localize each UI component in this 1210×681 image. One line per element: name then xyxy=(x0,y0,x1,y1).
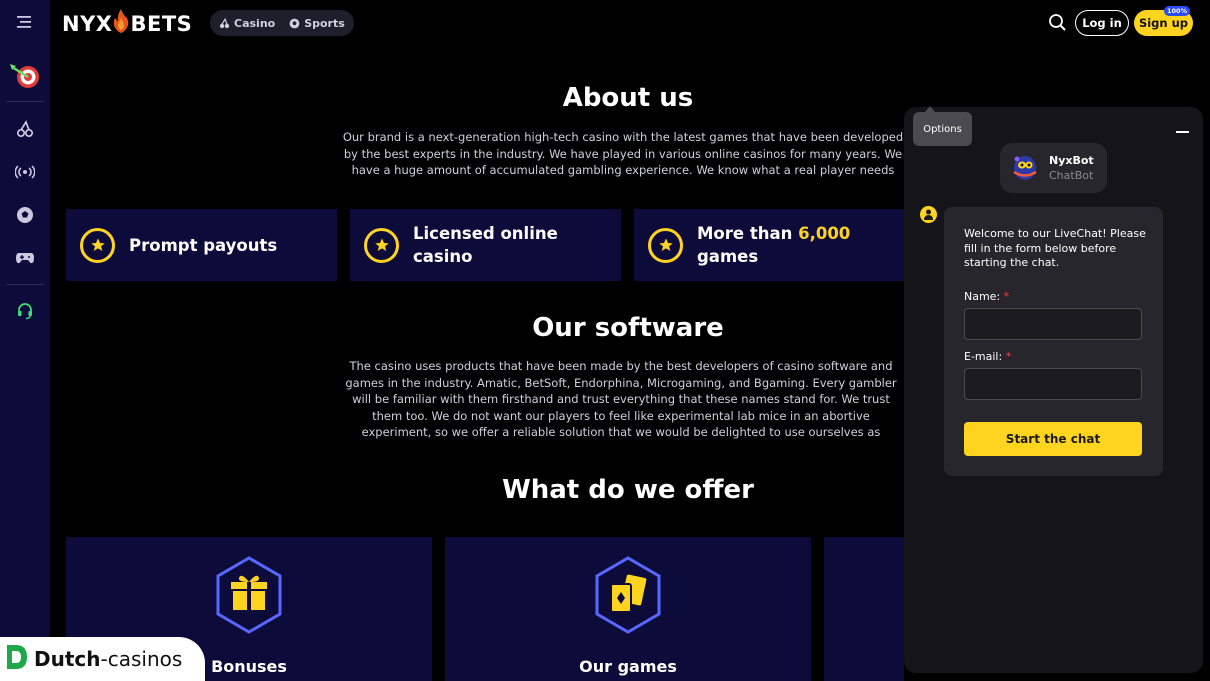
bot-role: ChatBot xyxy=(1049,169,1094,182)
feature-card: Licensed online casino xyxy=(350,209,621,281)
sports-ball-icon[interactable] xyxy=(0,205,50,225)
watermark-bold: Dutch xyxy=(34,647,101,671)
playing-cards-icon xyxy=(594,556,662,638)
options-tooltip[interactable]: Options xyxy=(913,112,972,146)
ball-icon xyxy=(289,18,300,28)
sidebar-divider xyxy=(6,284,44,285)
watermark-logo: Dutch-casinos xyxy=(0,637,205,681)
prechat-form: Welcome to our LiveChat! Please fill in … xyxy=(944,207,1163,476)
support-headset-icon[interactable] xyxy=(0,301,50,321)
bot-avatar xyxy=(1010,154,1040,186)
sidebar xyxy=(0,0,50,681)
email-label-text: E-mail: xyxy=(964,350,1003,363)
mode-sports-label: Sports xyxy=(304,16,345,30)
offer-card-third[interactable] xyxy=(824,537,904,681)
signup-bonus-badge: 100% xyxy=(1164,6,1191,16)
mode-casino[interactable]: Casino xyxy=(219,17,275,30)
feature-label: Licensed online casino xyxy=(413,224,558,266)
logo-text-right: BETS xyxy=(130,11,193,36)
menu-icon[interactable] xyxy=(0,11,50,33)
name-field[interactable] xyxy=(964,308,1142,340)
about-text: Our brand is a next-generation high-tech… xyxy=(342,130,904,177)
agent-avatar-icon xyxy=(920,206,937,223)
cherry-icon xyxy=(219,17,230,28)
start-chat-button[interactable]: Start the chat xyxy=(964,422,1142,456)
bot-card: NyxBot ChatBot xyxy=(1000,143,1107,193)
feature-card: Prompt payouts xyxy=(66,209,337,281)
required-mark: * xyxy=(1005,350,1012,363)
casino-cherry-icon[interactable] xyxy=(0,119,50,139)
star-icon xyxy=(80,227,115,263)
star-icon xyxy=(364,227,399,263)
feature-highlight: 6,000 xyxy=(798,224,851,243)
login-button[interactable]: Log in xyxy=(1075,10,1129,36)
name-label-text: Name: xyxy=(964,290,1001,303)
mode-switch: Casino Sports xyxy=(210,10,354,36)
promo-target-icon[interactable] xyxy=(0,60,50,92)
feature-label-2: games xyxy=(697,247,759,266)
live-broadcast-icon[interactable] xyxy=(0,162,50,182)
dutch-casinos-logo-icon xyxy=(5,643,29,675)
bot-name: NyxBot xyxy=(1049,154,1094,167)
top-header: NYX BETS Casino Sports Log in Sign up 10… xyxy=(50,0,1210,46)
gift-icon xyxy=(215,556,283,638)
required-mark: * xyxy=(1003,290,1010,303)
email-label: E-mail: * xyxy=(964,350,1011,363)
name-label: Name: * xyxy=(964,290,1009,303)
minimize-icon[interactable] xyxy=(1176,131,1189,133)
offer-card-games[interactable]: Our games xyxy=(445,537,811,681)
search-icon[interactable] xyxy=(1048,13,1067,36)
watermark-rest: -casinos xyxy=(100,647,183,671)
offer-label: Our games xyxy=(579,657,677,676)
welcome-message: Welcome to our LiveChat! Please fill in … xyxy=(964,227,1146,269)
mode-casino-label: Casino xyxy=(234,16,276,30)
email-field[interactable] xyxy=(964,368,1142,400)
feature-text: Prompt payouts xyxy=(129,234,277,257)
feature-label: Prompt payouts xyxy=(129,235,278,255)
star-icon xyxy=(648,227,683,263)
software-text: The casino uses products that have been … xyxy=(345,359,897,442)
feature-text: Licensed online casino xyxy=(413,222,573,268)
feature-text: More than 6,000 games xyxy=(697,222,850,268)
feature-label: More than xyxy=(697,224,799,243)
sidebar-divider xyxy=(6,101,44,102)
feature-card: More than 6,000 games xyxy=(634,209,904,281)
flame-icon xyxy=(113,9,129,38)
logo-text-left: NYX xyxy=(62,11,113,36)
brand-logo[interactable]: NYX BETS xyxy=(62,9,192,38)
watermark-text: Dutch-casinos xyxy=(34,647,182,671)
mode-sports[interactable]: Sports xyxy=(289,17,345,30)
gamepad-icon[interactable] xyxy=(0,248,50,268)
